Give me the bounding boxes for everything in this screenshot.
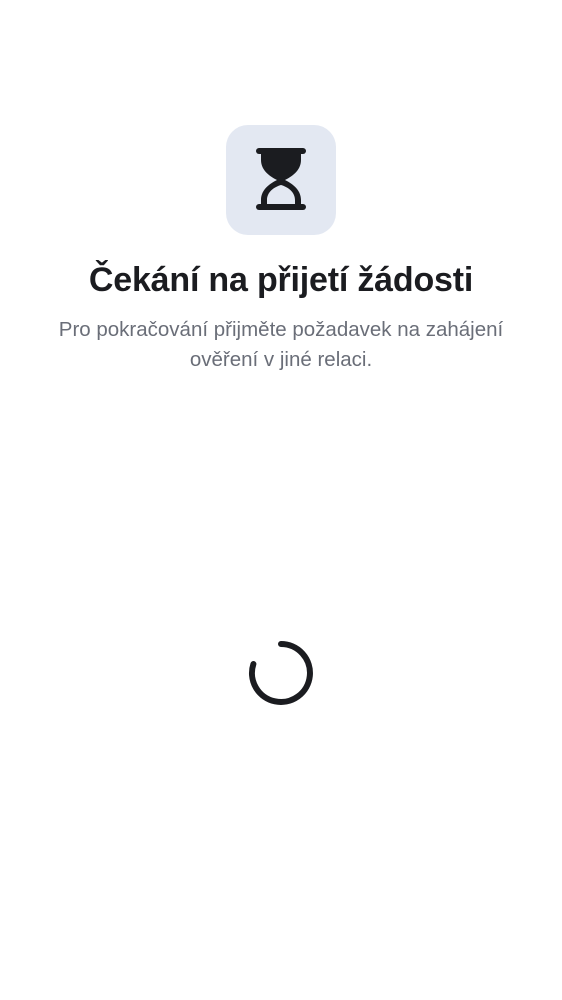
page-title: Čekání na přijetí žádosti xyxy=(88,261,474,299)
page-subtitle: Pro pokračování přijměte požadavek na za… xyxy=(58,318,504,371)
hourglass-icon-tile xyxy=(226,125,336,235)
hourglass-icon xyxy=(256,148,306,210)
spinner-icon xyxy=(248,641,313,705)
